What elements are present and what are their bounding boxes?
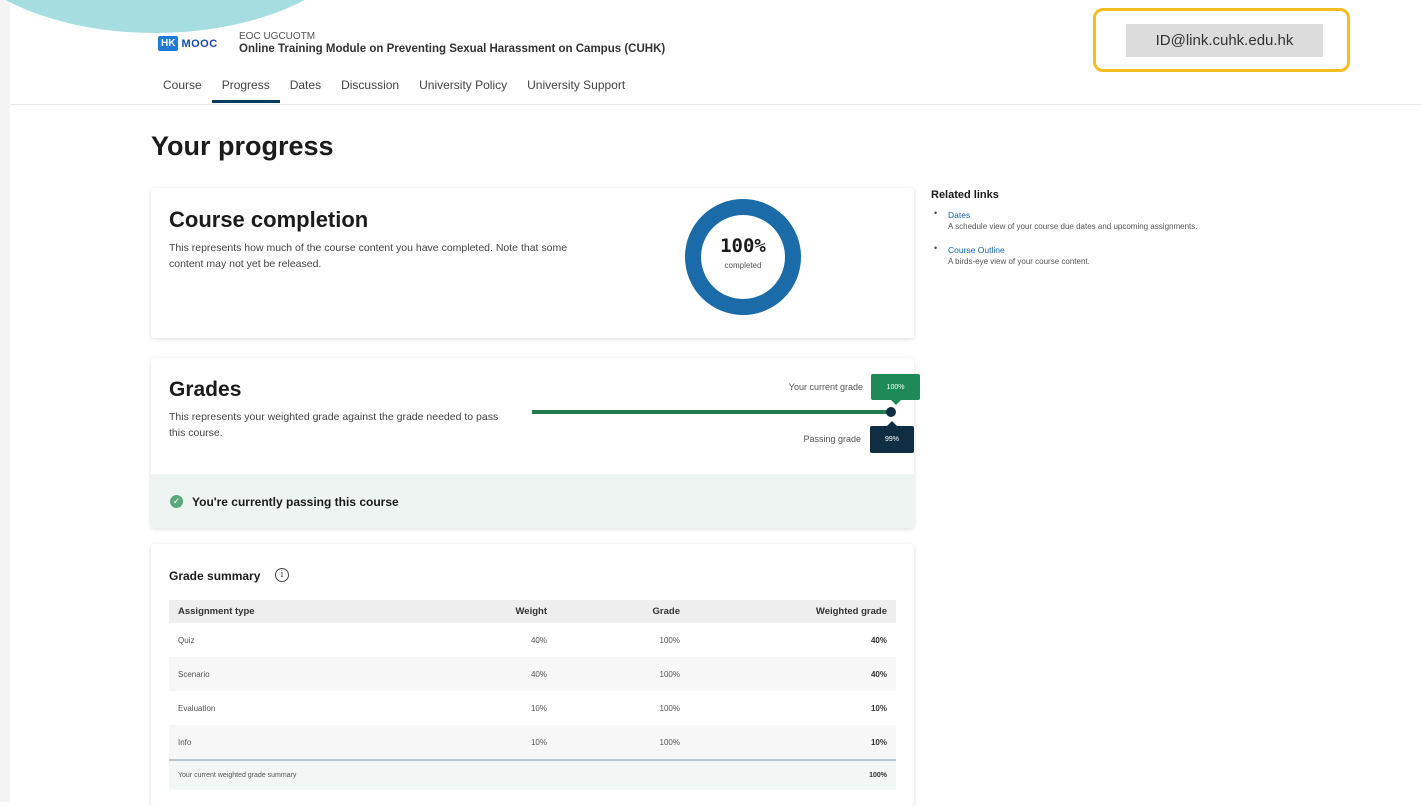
related-link-dates[interactable]: Dates [948, 209, 1197, 221]
grade-summary-table: Assignment type Weight Grade Weighted gr… [169, 600, 896, 790]
completion-ring-fill [685, 199, 801, 315]
weight-cell: 40% [530, 635, 547, 645]
grade-cell: 100% [556, 725, 689, 760]
table-row: Evaluation 10% 100% 10% [169, 691, 896, 725]
page-title: Your progress [151, 131, 334, 161]
table-row: Quiz 40% 100% 40% [169, 623, 896, 657]
table-row: Scenario 40% 100% 40% [169, 657, 896, 691]
weighted-grade-cell: 40% [870, 635, 887, 645]
weighted-grade-cell: 40% [689, 657, 896, 691]
assignment-type-cell: Quiz [178, 635, 195, 645]
completion-donut-chart: 100% completed [683, 197, 803, 317]
grade-summary-title: Grade summary [169, 569, 261, 583]
assignment-type-cell: Scenario [169, 657, 368, 691]
weighted-grade-cell: 10% [689, 725, 896, 760]
table-footer-row: Your current weighted grade summary 100% [169, 759, 896, 790]
related-link-description: A birds-eye view of your course content. [948, 257, 1090, 266]
completion-percent: 100% [720, 235, 766, 257]
related-links-heading: Related links [931, 189, 999, 201]
weight-cell: 10% [530, 703, 547, 713]
weight-cell: 10% [368, 725, 556, 760]
tab-discussion[interactable]: Discussion [331, 76, 409, 103]
assignment-type-cell: Evaluation [178, 703, 216, 713]
related-link-item: Dates A schedule view of your course due… [931, 208, 1198, 233]
completion-sub-label: completed [724, 261, 762, 270]
grade-cell: 100% [556, 657, 689, 691]
assignment-type-cell: Info [169, 725, 368, 760]
grade-cell: 100% [659, 703, 680, 713]
related-link-item: Course Outline A birds-eye view of your … [931, 243, 1197, 268]
logo-mark: HK [158, 36, 179, 51]
course-nav: Course Progress Dates Discussion Univers… [153, 76, 635, 103]
passing-status-text: You're currently passing this course [192, 495, 399, 509]
summary-footer-value: 100% [689, 759, 896, 790]
column-header-weighted-grade: Weighted grade [689, 600, 896, 623]
tab-university-support[interactable]: University Support [517, 76, 635, 103]
user-account-menu[interactable]: ID@link.cuhk.edu.hk [1126, 24, 1323, 57]
weight-cell: 40% [368, 657, 556, 691]
related-link-description: A schedule view of your course due dates… [948, 222, 1198, 231]
passing-grade-badge: 99% [870, 421, 914, 453]
related-link-course-outline[interactable]: Course Outline [948, 244, 1197, 256]
table-header-row: Assignment type Weight Grade Weighted gr… [169, 600, 896, 623]
passing-status-banner: ✓ You're currently passing this course [151, 474, 914, 528]
tab-dates[interactable]: Dates [280, 76, 331, 103]
summary-footer-label: Your current weighted grade summary [169, 759, 689, 790]
column-header-weight: Weight [368, 600, 556, 623]
grade-cell: 100% [659, 635, 680, 645]
grades-description: This represents your weighted grade agai… [169, 411, 499, 439]
current-grade-label: Your current grade [788, 382, 863, 392]
grades-title: Grades [169, 378, 242, 401]
grade-marker [886, 407, 896, 417]
weighted-grade-cell: 10% [870, 703, 887, 713]
table-row: Info 10% 100% 10% [169, 725, 896, 760]
course-title: Online Training Module on Preventing Sex… [239, 43, 666, 55]
tab-course[interactable]: Course [153, 76, 212, 103]
column-header-assignment-type: Assignment type [169, 600, 368, 623]
related-links-list: Dates A schedule view of your course due… [931, 208, 1198, 279]
passing-grade-label: Passing grade [803, 434, 861, 444]
tab-university-policy[interactable]: University Policy [409, 76, 517, 103]
info-icon[interactable]: i [275, 568, 289, 582]
completion-ring [685, 199, 801, 315]
completion-title: Course completion [169, 207, 369, 232]
hkmooc-logo[interactable]: HK MOOC [158, 36, 218, 51]
logo-wordmark: MOOC [181, 37, 218, 50]
grade-progress-bar [532, 410, 892, 414]
check-circle-icon: ✓ [170, 495, 183, 508]
column-header-grade: Grade [556, 600, 689, 623]
completion-description: This represents how much of the course c… [169, 242, 568, 270]
tab-progress[interactable]: Progress [211, 76, 280, 103]
user-highlight-box: ID@link.cuhk.edu.hk [1093, 8, 1350, 72]
current-grade-badge: 100% [871, 374, 920, 405]
course-org: EOC UGCUOTM [239, 31, 316, 42]
